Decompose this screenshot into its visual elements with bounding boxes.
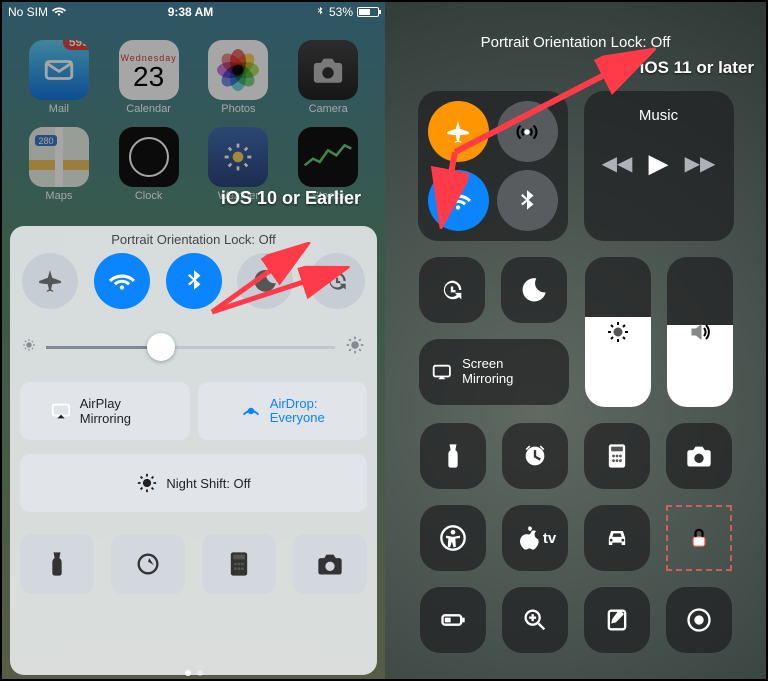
airplay-label: AirPlay Mirroring [80,396,160,426]
brightness-high-icon [345,335,365,360]
cellular-toggle[interactable] [497,101,558,162]
wifi-status-icon [52,4,66,21]
bluetooth-toggle[interactable] [166,253,222,309]
mail-badge: 595 [63,40,89,50]
app-calendar[interactable]: Wednesday 23 Calendar [108,40,190,115]
app-label: Clock [135,190,163,202]
accessibility-button[interactable] [420,505,486,571]
app-camera[interactable]: Camera [287,40,369,115]
rotation-lock-toggle[interactable] [419,257,485,323]
brightness-slider[interactable] [585,257,651,407]
play-icon[interactable]: ▶ [649,148,669,179]
camera-button[interactable] [666,423,732,489]
wifi-toggle[interactable] [428,170,489,231]
brightness-slider[interactable] [22,335,365,360]
control-center-ios10: Portrait Orientation Lock: Off AirPlay M… [10,226,377,675]
annotation-ios10: iOS 10 or Earlier [221,188,361,209]
airdrop-button[interactable]: AirDrop: Everyone [198,382,368,440]
airdrop-label: AirDrop: [270,397,325,411]
guided-access-button[interactable] [666,505,732,571]
bluetooth-toggle[interactable] [497,170,558,231]
app-label: Camera [309,103,348,115]
rotation-lock-toggle[interactable] [309,253,365,309]
flashlight-button[interactable] [420,423,486,489]
night-shift-label: Night Shift: Off [166,476,250,491]
home-screen: 595 Mail Wednesday 23 Calendar Photos [2,22,385,202]
airplane-toggle[interactable] [22,253,78,309]
music-title: Music [594,107,724,124]
night-shift-button[interactable]: Night Shift: Off [20,454,367,512]
carplay-button[interactable] [584,505,650,571]
app-label: Calendar [126,103,171,115]
ios10-screenshot: No SIM 9:38 AM 53% 595 Mail Wednesday [2,2,385,679]
camera-button[interactable] [293,534,367,594]
svg-text:280: 280 [38,136,53,146]
screen-record-button[interactable] [666,587,732,653]
connectivity-card [418,91,568,241]
airplay-button[interactable]: AirPlay Mirroring [20,382,190,440]
prev-track-icon[interactable]: ◀◀ [602,151,633,176]
app-mail[interactable]: 595 Mail [18,40,100,115]
alarm-button[interactable] [502,423,568,489]
brightness-low-icon [22,338,36,357]
apple-tv-button[interactable]: tv [502,505,568,571]
status-bar: No SIM 9:38 AM 53% [2,2,385,22]
annotation-ios11: iOS 11 or later [640,58,754,78]
volume-slider[interactable] [667,257,733,407]
battery-icon [357,7,379,17]
screen-mirroring-button[interactable]: Screen Mirroring [419,339,569,405]
cc-header: Portrait Orientation Lock: Off [401,34,750,51]
notes-button[interactable] [584,587,650,653]
app-label: Maps [45,190,72,202]
airplane-toggle[interactable] [428,101,489,162]
battery-percent: 53% [329,5,353,19]
magnifier-button[interactable] [502,587,568,653]
airdrop-value: Everyone [270,411,325,425]
app-maps[interactable]: 280 Maps [18,127,100,202]
dnd-toggle[interactable] [237,253,293,309]
app-label: Mail [49,103,69,115]
app-label: Photos [221,103,255,115]
screen-mirror-label: Screen Mirroring [462,357,556,387]
carrier-text: No SIM [8,5,48,19]
timer-button[interactable] [111,534,185,594]
page-indicator [10,670,377,676]
next-track-icon[interactable]: ▶▶ [685,151,716,176]
calculator-button[interactable] [584,423,650,489]
calendar-day: 23 [133,61,164,93]
calculator-button[interactable] [202,534,276,594]
app-photos[interactable]: Photos [198,40,280,115]
flashlight-button[interactable] [20,534,94,594]
music-card[interactable]: Music ◀◀ ▶ ▶▶ [584,91,734,241]
app-clock[interactable]: Clock [108,127,190,202]
clock-text: 9:38 AM [168,5,214,19]
low-power-button[interactable] [420,587,486,653]
control-center-ios11: Portrait Orientation Lock: Off Music ◀◀ … [385,2,766,679]
cc-header: Portrait Orientation Lock: Off [20,232,367,247]
ios11-screenshot: Portrait Orientation Lock: Off Music ◀◀ … [385,2,766,679]
wifi-toggle[interactable] [94,253,150,309]
tv-label: tv [543,530,556,547]
dnd-toggle[interactable] [501,257,567,323]
bluetooth-status-icon [315,5,325,19]
